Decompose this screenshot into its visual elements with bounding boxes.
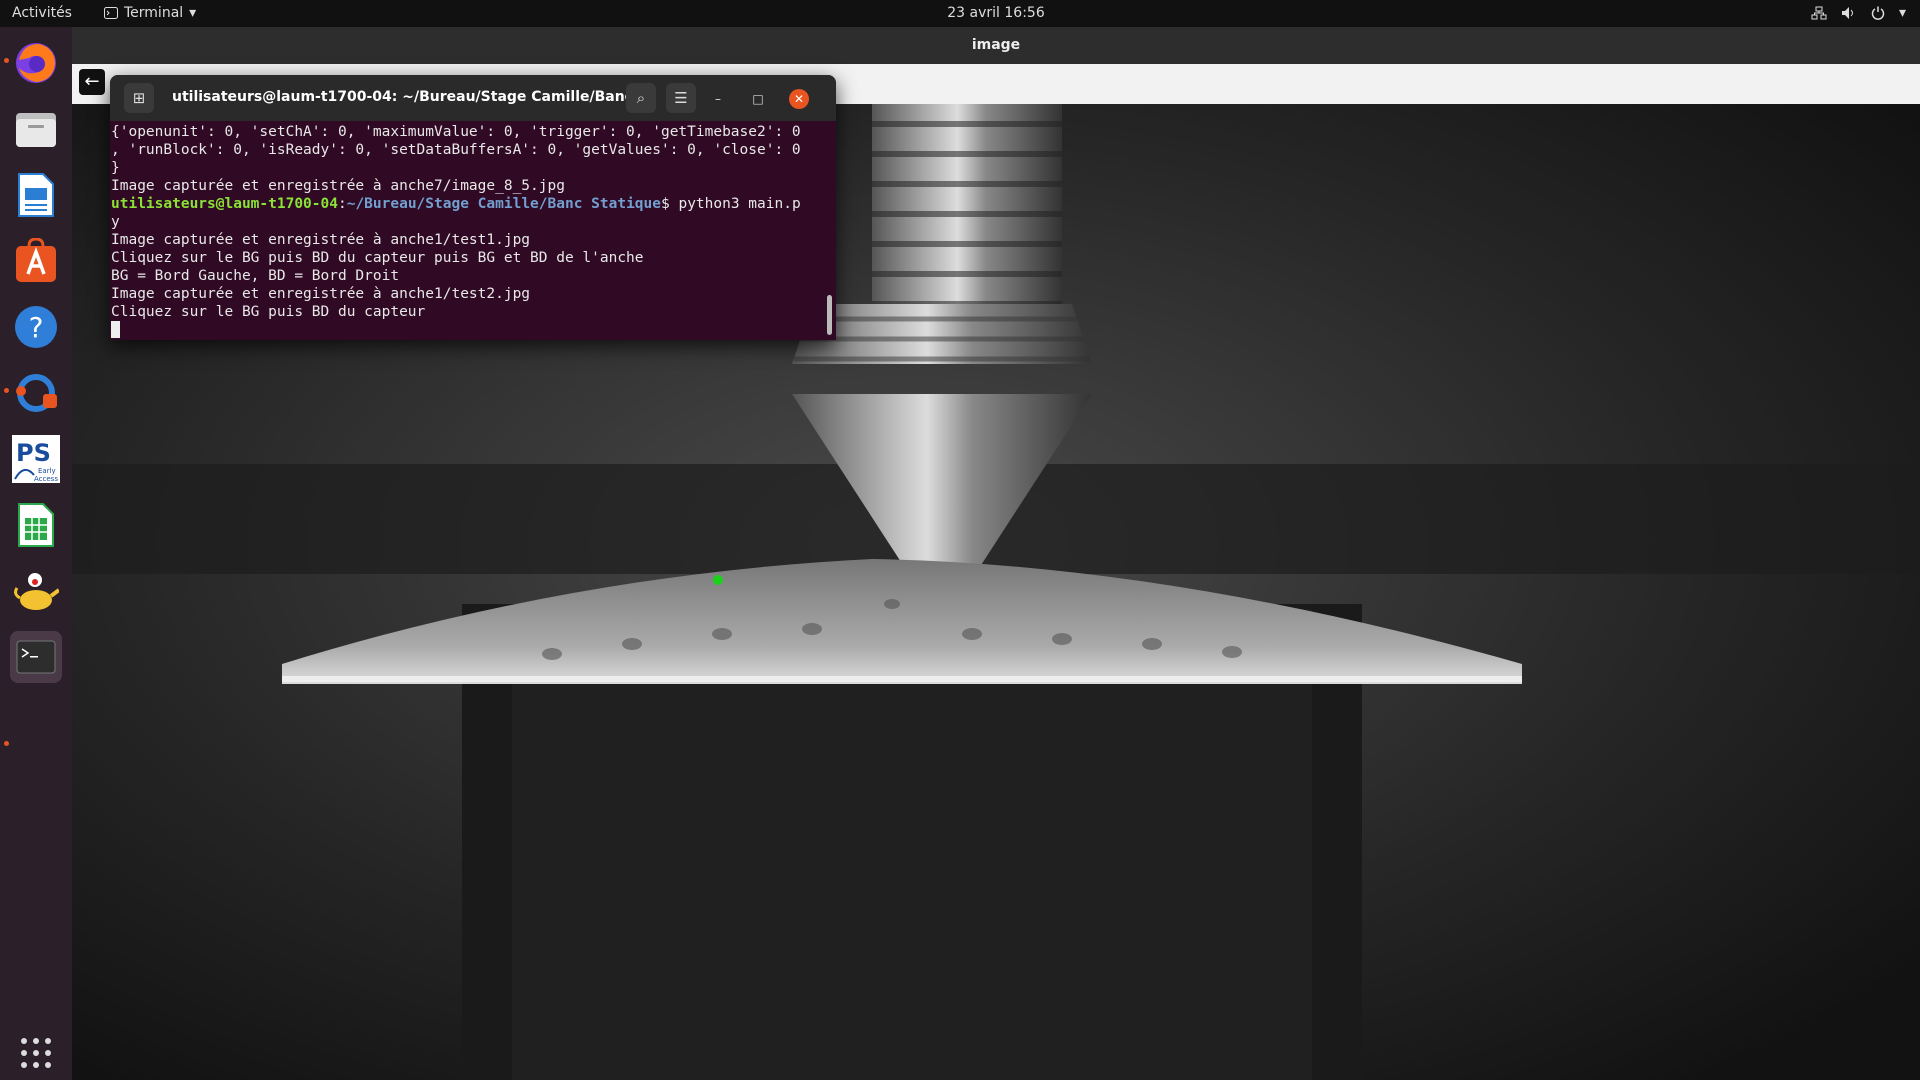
output-line: Image capturée et enregistrée à anche1/t… xyxy=(111,286,531,302)
help-icon[interactable]: ? xyxy=(10,301,62,353)
chevron-down-icon: ▾ xyxy=(1898,5,1906,21)
svg-text:Early: Early xyxy=(38,467,56,475)
terminal-header: ⊞ utilisateurs@laum-t1700-04: ~/Bureau/S… xyxy=(110,75,836,121)
network-icon xyxy=(1811,6,1827,20)
files-icon[interactable] xyxy=(10,103,62,155)
ps-label: PS xyxy=(16,439,51,467)
output-line: Image capturée et enregistrée à anche1/t… xyxy=(111,232,531,248)
output-line: BG = Bord Gauche, BD = Bord Droit xyxy=(111,268,400,284)
genie-icon[interactable] xyxy=(10,565,62,617)
new-tab-icon[interactable]: ⊞ xyxy=(124,83,154,113)
output-line: Image capturée et enregistrée à anche7/i… xyxy=(111,178,565,194)
output-line: Cliquez sur le BG puis BD du capteur pui… xyxy=(111,250,644,266)
search-icon[interactable]: ⌕ xyxy=(626,83,656,113)
prompt-path: ~/Bureau/Stage Camille/Banc Statique xyxy=(346,196,661,212)
running-indicator xyxy=(4,741,9,746)
ps-early-access-icon[interactable]: PS Early Access xyxy=(10,433,62,485)
prompt-command: $ python3 main.p xyxy=(661,196,801,212)
terminal-window[interactable]: ⊞ utilisateurs@laum-t1700-04: ~/Bureau/S… xyxy=(110,75,836,340)
image-window-title: image xyxy=(72,27,1920,64)
dock: ? PS Early Access xyxy=(0,27,72,1080)
back-arrow-icon[interactable]: ← xyxy=(79,69,105,95)
terminal-icon[interactable] xyxy=(10,631,62,683)
close-icon[interactable]: ✕ xyxy=(789,89,809,109)
text-cursor xyxy=(111,321,120,338)
output-line: , 'runBlock': 0, 'isReady': 0, 'setDataB… xyxy=(111,142,801,158)
clock[interactable]: 23 avril 16:56 xyxy=(0,5,1920,21)
output-line: Cliquez sur le BG puis BD du capteur xyxy=(111,304,426,320)
svg-text:Access: Access xyxy=(34,475,58,483)
top-bar: Activités Terminal ▾ 23 avril 16:56 ▾ xyxy=(0,0,1920,27)
prompt-command-wrap: y xyxy=(111,214,120,230)
updater-icon[interactable] xyxy=(10,367,62,419)
prompt-colon: : xyxy=(337,196,347,212)
prompt-user: utilisateurs@laum-t1700-04 xyxy=(111,196,338,212)
running-indicator xyxy=(4,58,9,63)
system-tray[interactable]: ▾ xyxy=(1811,5,1906,21)
svg-text:?: ? xyxy=(29,311,44,344)
terminal-title: utilisateurs@laum-t1700-04: ~/Bureau/Sta… xyxy=(172,89,654,105)
output-line: {'openunit': 0, 'setChA': 0, 'maximumVal… xyxy=(111,124,801,140)
running-indicator xyxy=(4,388,9,393)
power-icon xyxy=(1871,6,1885,20)
marker-point xyxy=(713,575,723,585)
software-icon[interactable] xyxy=(10,235,62,287)
calc-icon[interactable] xyxy=(10,499,62,551)
volume-icon xyxy=(1841,7,1853,19)
terminal-output[interactable]: {'openunit': 0, 'setChA': 0, 'maximumVal… xyxy=(110,121,827,340)
menu-icon[interactable]: ☰ xyxy=(666,83,696,113)
output-line: } xyxy=(111,160,120,176)
show-apps-icon[interactable] xyxy=(10,1027,62,1079)
firefox-icon[interactable] xyxy=(10,37,62,89)
maximize-icon[interactable]: □ xyxy=(748,89,768,109)
minimize-icon[interactable]: – xyxy=(708,89,728,109)
scrollbar[interactable] xyxy=(827,295,832,335)
writer-icon[interactable] xyxy=(10,169,62,221)
